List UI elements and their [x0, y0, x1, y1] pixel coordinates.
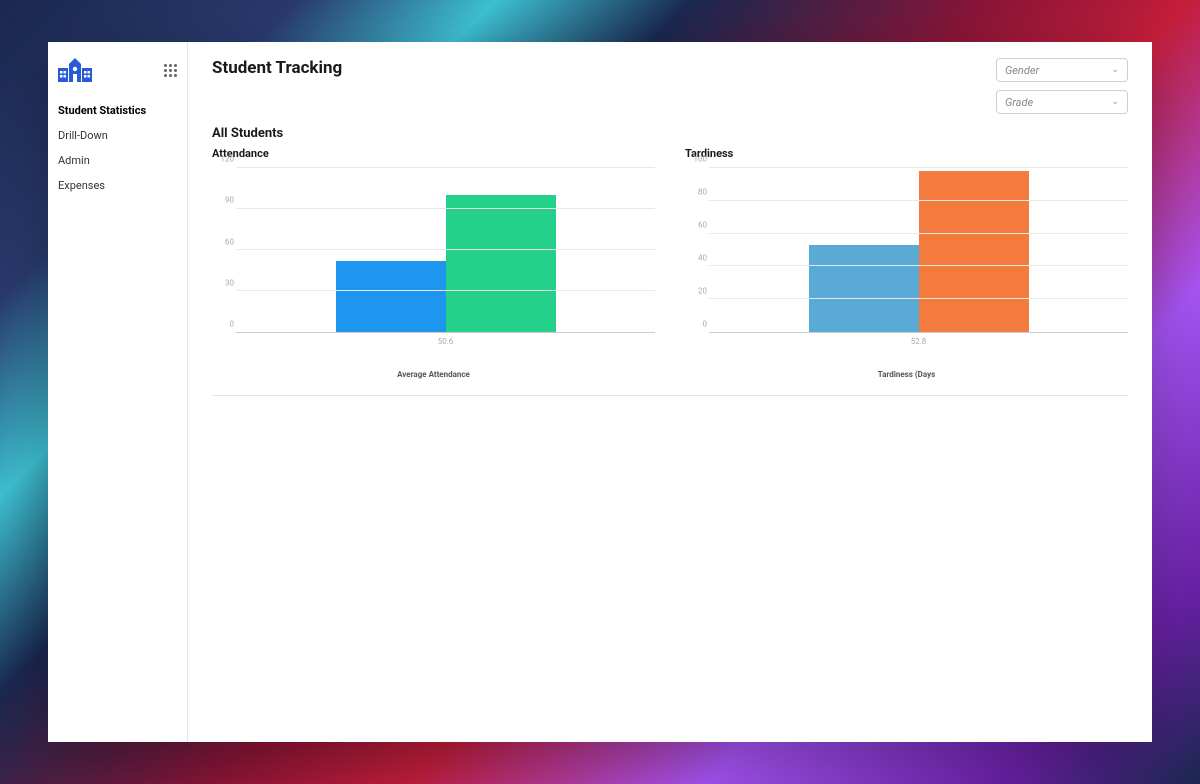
gridline: [709, 298, 1128, 299]
main-content: Student Tracking Gender ⌄ Grade ⌄ All St…: [188, 42, 1152, 742]
y-tick: 100: [694, 155, 708, 164]
y-tick: 120: [221, 155, 235, 164]
chart-attendance-area: 0306090120 50.6: [212, 168, 655, 348]
y-tick: 40: [698, 254, 707, 263]
sidebar-item-student-statistics[interactable]: Student Statistics: [48, 98, 187, 123]
chart-tardiness-xtick: 52.8: [911, 337, 927, 346]
filter-gender[interactable]: Gender ⌄: [996, 58, 1128, 82]
gridline: [709, 167, 1128, 168]
chevron-down-icon: ⌄: [1111, 65, 1119, 75]
y-tick: 0: [230, 320, 235, 329]
apps-grid-icon[interactable]: [164, 64, 177, 77]
section-title: All Students: [212, 126, 1128, 141]
header-row: Student Tracking Gender ⌄ Grade ⌄: [212, 58, 1128, 114]
gridline: [709, 200, 1128, 201]
gridline: [236, 249, 655, 250]
logo-row: [48, 52, 187, 98]
app-window: Student Statistics Drill-Down Admin Expe…: [48, 42, 1152, 742]
bar[interactable]: [809, 245, 919, 332]
gridline: [236, 208, 655, 209]
chart-attendance-yaxis: 0306090120: [212, 168, 236, 333]
page-title: Student Tracking: [212, 58, 342, 78]
chart-attendance: Attendance 0 30 60 90 120 50.6 Average Atten…: [212, 147, 655, 379]
gridline: [236, 167, 655, 168]
y-tick: 60: [225, 237, 234, 246]
filter-grade-placeholder: Grade: [1005, 96, 1033, 109]
charts-row: Attendance 0 30 60 90 120 50.6 Average Atten…: [212, 147, 1128, 396]
chart-tardiness-title: Tardiness: [685, 147, 1128, 160]
bar[interactable]: [919, 171, 1029, 332]
school-icon: [58, 58, 92, 82]
gridline: [236, 290, 655, 291]
chart-attendance-xtick: 50.6: [438, 337, 454, 346]
filter-gender-placeholder: Gender: [1005, 64, 1039, 77]
filters: Gender ⌄ Grade ⌄: [996, 58, 1128, 114]
sidebar-item-admin[interactable]: Admin: [48, 148, 187, 173]
y-tick: 60: [698, 221, 707, 230]
y-tick: 0: [703, 320, 708, 329]
bar[interactable]: [336, 261, 446, 332]
chart-attendance-title: Attendance: [212, 147, 655, 160]
y-tick: 80: [698, 188, 707, 197]
chart-attendance-xlabel: Average Attendance: [212, 370, 655, 379]
filter-grade[interactable]: Grade ⌄: [996, 90, 1128, 114]
chart-tardiness-plot: 52.8: [709, 168, 1128, 333]
chart-tardiness: Tardiness 0 20 40 60 80 100 52.8 Tardiness (D…: [685, 147, 1128, 379]
chart-tardiness-xlabel: Tardiness (Days: [685, 370, 1128, 379]
gridline: [709, 233, 1128, 234]
chart-attendance-plot: 50.6: [236, 168, 655, 333]
y-tick: 90: [225, 196, 234, 205]
chart-tardiness-area: 020406080100 52.8: [685, 168, 1128, 348]
gridline: [709, 265, 1128, 266]
y-tick: 30: [225, 278, 234, 287]
sidebar-item-expenses[interactable]: Expenses: [48, 173, 187, 198]
bar[interactable]: [446, 195, 556, 332]
y-tick: 20: [698, 287, 707, 296]
sidebar: Student Statistics Drill-Down Admin Expe…: [48, 42, 188, 742]
chevron-down-icon: ⌄: [1111, 97, 1119, 107]
sidebar-item-drill-down[interactable]: Drill-Down: [48, 123, 187, 148]
chart-tardiness-yaxis: 020406080100: [685, 168, 709, 333]
